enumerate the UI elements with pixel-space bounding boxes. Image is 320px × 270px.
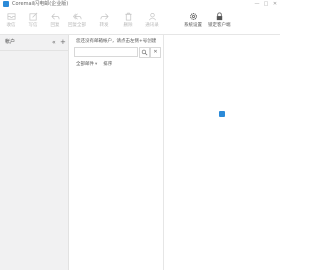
toolbar-label: 系统设置 [184, 23, 202, 28]
app-logo-icon [3, 1, 9, 7]
app-title: Coremail闪电邮(企业版) [12, 1, 69, 7]
no-account-notice: 您还没有邮箱帐户，请点击左侧+号创建 [76, 39, 157, 44]
toolbar-label: 写信 [28, 23, 38, 28]
filter-row: 全部邮件▾ 排序 [76, 62, 112, 68]
filter-dropdown[interactable]: 全部邮件 [76, 62, 94, 67]
sort-button[interactable]: 排序 [103, 62, 112, 67]
compose-icon [29, 12, 38, 21]
clear-search-button[interactable]: ✕ [150, 47, 161, 58]
toolbar-forward-button[interactable]: 转发 [93, 12, 115, 29]
reading-pane [164, 35, 280, 270]
toolbar-receive-button[interactable]: 收信 [0, 12, 22, 29]
reply-icon [50, 12, 60, 21]
search-icon [141, 49, 148, 56]
add-account-button[interactable]: + [60, 35, 66, 50]
window-controls: — □ ✕ [254, 0, 278, 9]
toolbar-label: 转发 [99, 23, 109, 28]
search-box [74, 47, 138, 57]
app-logo-icon [219, 111, 225, 117]
minimize-button[interactable]: — [254, 0, 260, 9]
toolbar-delete-button[interactable]: 删除 [117, 12, 139, 29]
toolbar-label: 删除 [123, 23, 133, 28]
toolbar-settings-button[interactable]: 系统设置 [182, 12, 204, 29]
chevron-down-icon[interactable]: ▾ [95, 62, 97, 67]
toolbar-label: 通讯录 [145, 23, 159, 28]
toolbar-label: 锁定客户端 [208, 23, 231, 28]
toolbar-reply-button[interactable]: 回复 [44, 12, 66, 29]
lock-icon [215, 12, 224, 21]
toolbar-compose-button[interactable]: 写信 [22, 12, 44, 29]
gear-icon [189, 12, 198, 21]
close-button[interactable]: ✕ [272, 0, 278, 9]
inbox-icon [7, 12, 16, 21]
delete-icon [124, 12, 133, 21]
toolbar-reply-all-button[interactable]: 回复全部 [66, 12, 88, 29]
account-sidebar: 帐户 « + [0, 35, 69, 270]
toolbar-label: 回复全部 [68, 23, 86, 28]
reply-all-icon [72, 12, 82, 21]
collapse-button[interactable]: « [52, 35, 56, 50]
search-button[interactable] [139, 47, 150, 58]
toolbar-lock-button[interactable]: 锁定客户端 [208, 12, 231, 29]
forward-icon [100, 12, 109, 21]
maximize-button[interactable]: □ [263, 0, 269, 9]
mail-list-panel: 您还没有邮箱帐户，请点击左侧+号创建 ✕ 全部邮件▾ 排序 [69, 35, 164, 270]
search-input[interactable] [76, 48, 138, 56]
account-header: 帐户 « + [0, 35, 68, 51]
account-title: 帐户 [5, 39, 16, 45]
title-bar: Coremail闪电邮(企业版) — □ ✕ [0, 0, 280, 9]
contacts-icon [148, 12, 157, 21]
toolbar: 收信 写信 回复 回复全部 转发 删除 通讯录 系统设置 锁定客户端 [0, 9, 280, 34]
toolbar-label: 收信 [6, 23, 16, 28]
toolbar-contacts-button[interactable]: 通讯录 [141, 12, 163, 29]
toolbar-label: 回复 [50, 23, 60, 28]
